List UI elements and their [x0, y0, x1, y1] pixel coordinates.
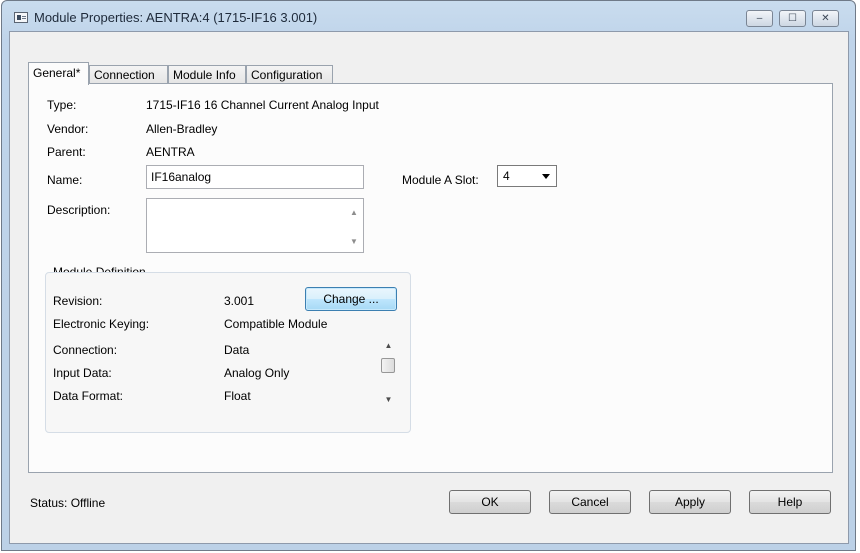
connection-label: Connection: [53, 343, 118, 357]
scrollbar-thumb[interactable] [381, 358, 395, 373]
scroll-up-icon[interactable]: ▲ [380, 339, 397, 353]
maximize-button[interactable]: ☐ [779, 10, 806, 27]
definition-scrollbar[interactable]: ▲ ▼ [380, 335, 397, 412]
window-title: Module Properties: AENTRA:4 (1715-IF16 3… [34, 10, 318, 25]
parent-label: Parent: [47, 145, 86, 159]
name-input[interactable] [146, 165, 364, 189]
revision-value: 3.001 [224, 294, 255, 308]
status-text: Status: Offline [30, 496, 106, 510]
input-data-value: Analog Only [224, 366, 290, 380]
electronic-keying-label: Electronic Keying: [53, 317, 150, 331]
revision-label: Revision: [53, 294, 103, 308]
module-properties-window: Module Properties: AENTRA:4 (1715-IF16 3… [1, 0, 856, 551]
change-button[interactable]: Change ... [305, 287, 397, 311]
electronic-keying-value: Compatible Module [224, 317, 328, 331]
vendor-value: Allen-Bradley [146, 122, 218, 136]
parent-value: AENTRA [146, 145, 195, 159]
data-format-value: Float [224, 389, 251, 403]
slot-label: Module A Slot: [402, 173, 479, 187]
scroll-down-icon[interactable]: ▼ [350, 238, 358, 246]
tab-general[interactable]: General* [28, 62, 89, 85]
scroll-down-icon[interactable]: ▼ [380, 393, 397, 407]
data-format-label: Data Format: [53, 389, 124, 403]
tab-connection[interactable]: Connection [89, 65, 168, 84]
tab-configuration[interactable]: Configuration [246, 65, 333, 84]
help-button[interactable]: Help [749, 490, 831, 514]
window-app-icon [14, 12, 28, 23]
slot-select-value: 4 [503, 169, 510, 183]
close-button[interactable]: ✕ [812, 10, 839, 27]
ok-button[interactable]: OK [449, 490, 531, 514]
name-label: Name: [47, 173, 83, 187]
description-label: Description: [47, 203, 111, 217]
minimize-button[interactable]: – [746, 10, 773, 27]
type-label: Type: [47, 98, 77, 112]
cancel-button[interactable]: Cancel [549, 490, 631, 514]
tab-module-info[interactable]: Module Info [168, 65, 246, 84]
description-textarea[interactable]: ▲ ▼ [146, 198, 364, 253]
input-data-label: Input Data: [53, 366, 112, 380]
scroll-up-icon[interactable]: ▲ [350, 209, 358, 217]
slot-select[interactable]: 4 [497, 165, 557, 187]
dialog-client-area: General* Connection Module Info Configur… [9, 31, 849, 544]
chevron-down-icon [542, 174, 550, 179]
apply-button[interactable]: Apply [649, 490, 731, 514]
type-value: 1715-IF16 16 Channel Current Analog Inpu… [146, 98, 379, 112]
title-bar[interactable]: Module Properties: AENTRA:4 (1715-IF16 3… [2, 1, 855, 35]
connection-value: Data [224, 343, 250, 357]
vendor-label: Vendor: [47, 122, 89, 136]
